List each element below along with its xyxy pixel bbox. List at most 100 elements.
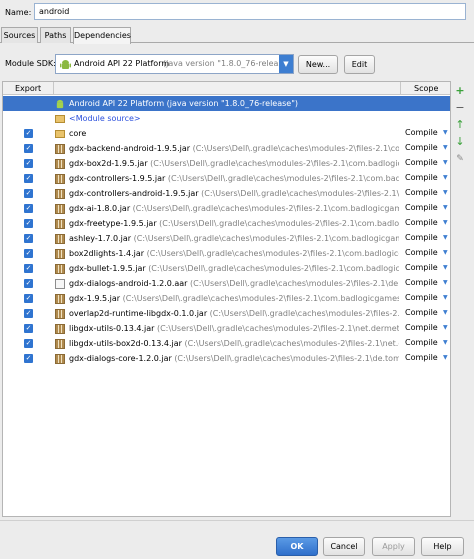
scope-select[interactable]: Compile — [405, 173, 438, 182]
export-checkbox[interactable]: ✓ — [24, 144, 33, 153]
export-checkbox[interactable]: ✓ — [24, 324, 33, 333]
export-checkbox[interactable]: ✓ — [24, 189, 33, 198]
jar-icon — [55, 159, 65, 169]
scope-select[interactable]: Compile — [405, 338, 438, 347]
dialog-footer: OK Cancel Apply Help — [0, 520, 474, 559]
export-checkbox[interactable]: ✓ — [24, 234, 33, 243]
scope-select[interactable]: Compile — [405, 293, 438, 302]
chevron-down-icon[interactable]: ▼ — [443, 309, 448, 316]
table-row[interactable]: ✓ ashley-1.7.0.jar (C:\Users\Dell\.gradle… — [3, 231, 450, 246]
tab-paths[interactable]: Paths — [40, 27, 71, 43]
jar-icon — [55, 249, 65, 259]
export-checkbox[interactable]: ✓ — [24, 309, 33, 318]
export-checkbox[interactable]: ✓ — [24, 204, 33, 213]
scope-select[interactable]: Compile — [405, 308, 438, 317]
export-checkbox[interactable]: ✓ — [24, 249, 33, 258]
chevron-down-icon[interactable]: ▼ — [443, 294, 448, 301]
chevron-down-icon[interactable]: ▼ — [443, 219, 448, 226]
scope-select[interactable]: Compile — [405, 128, 438, 137]
table-row[interactable]: <Module source> — [3, 111, 450, 126]
scope-select[interactable]: Compile — [405, 218, 438, 227]
ok-button[interactable]: OK — [276, 537, 318, 556]
table-row[interactable]: ✓ gdx-ai-1.8.0.jar (C:\Users\Dell\.gradle… — [3, 201, 450, 216]
chevron-down-icon[interactable]: ▼ — [443, 339, 448, 346]
table-row[interactable]: ✓ gdx-backend-android-1.9.5.jar (C:\Users… — [3, 141, 450, 156]
folder-icon — [55, 115, 65, 123]
chevron-down-icon[interactable]: ▼ — [443, 279, 448, 286]
export-checkbox[interactable]: ✓ — [24, 174, 33, 183]
add-icon[interactable]: + — [454, 85, 466, 97]
scope-select[interactable]: Compile — [405, 188, 438, 197]
jar-icon — [55, 189, 65, 199]
export-checkbox[interactable]: ✓ — [24, 219, 33, 228]
move-up-icon[interactable]: ↑ — [454, 119, 466, 131]
table-row[interactable]: ✓ gdx-box2d-1.9.5.jar (C:\Users\Dell\.gra… — [3, 156, 450, 171]
table-row[interactable]: ✓ box2dlights-1.4.jar (C:\Users\Dell\.gra… — [3, 246, 450, 261]
table-row[interactable]: ✓ gdx-bullet-1.9.5.jar (C:\Users\Dell\.gr… — [3, 261, 450, 276]
dependency-name: gdx-bullet-1.9.5.jar — [69, 264, 146, 273]
chevron-down-icon[interactable]: ▼ — [443, 159, 448, 166]
apply-button[interactable]: Apply — [372, 537, 415, 556]
tab-sources[interactable]: Sources — [1, 27, 38, 43]
dependencies-table[interactable]: Export Scope Android API 22 Platform (ja… — [2, 81, 451, 517]
chevron-down-icon[interactable]: ▼ — [443, 129, 448, 136]
dependency-path: (C:\Users\Dell\.gradle\caches\modules-2\… — [174, 354, 399, 363]
module-sdk-select[interactable]: Android API 22 Platform (java version "1… — [55, 54, 294, 74]
move-down-icon[interactable]: ↓ — [454, 136, 466, 148]
column-header-scope[interactable]: Scope — [414, 84, 438, 93]
tab-dependencies[interactable]: Dependencies — [73, 27, 131, 44]
table-row[interactable]: ✓ libgdx-utils-0.13.4.jar (C:\Users\Dell\… — [3, 321, 450, 336]
scope-select[interactable]: Compile — [405, 203, 438, 212]
chevron-down-icon[interactable]: ▼ — [443, 174, 448, 181]
cancel-button[interactable]: Cancel — [323, 537, 365, 556]
edit-icon[interactable]: ✎ — [454, 153, 466, 165]
dependency-name: gdx-dialogs-core-1.2.0.jar — [69, 354, 172, 363]
help-button[interactable]: Help — [421, 537, 464, 556]
export-checkbox[interactable]: ✓ — [24, 159, 33, 168]
chevron-down-icon[interactable]: ▼ — [443, 144, 448, 151]
table-row[interactable]: ✓ gdx-controllers-1.9.5.jar (C:\Users\Del… — [3, 171, 450, 186]
chevron-down-icon[interactable]: ▼ — [443, 234, 448, 241]
dependency-cell: gdx-bullet-1.9.5.jar (C:\Users\Dell\.gra… — [69, 261, 399, 276]
export-checkbox[interactable]: ✓ — [24, 294, 33, 303]
remove-icon[interactable]: − — [454, 102, 466, 114]
scope-select[interactable]: Compile — [405, 353, 438, 362]
chevron-down-icon[interactable]: ▼ — [279, 55, 293, 73]
scope-select[interactable]: Compile — [405, 158, 438, 167]
table-row[interactable]: ✓ libgdx-utils-box2d-0.13.4.jar (C:\Users… — [3, 336, 450, 351]
sdk-version: (java version "1.8.0_76-release") — [163, 59, 294, 68]
column-header-export[interactable]: Export — [15, 84, 41, 93]
table-row[interactable]: ✓ gdx-1.9.5.jar (C:\Users\Dell\.gradle\ca… — [3, 291, 450, 306]
chevron-down-icon[interactable]: ▼ — [443, 324, 448, 331]
chevron-down-icon[interactable]: ▼ — [443, 204, 448, 211]
jar-icon — [55, 324, 65, 334]
scope-select[interactable]: Compile — [405, 143, 438, 152]
export-checkbox[interactable]: ✓ — [24, 264, 33, 273]
scope-select[interactable]: Compile — [405, 278, 438, 287]
chevron-down-icon[interactable]: ▼ — [443, 264, 448, 271]
table-row[interactable]: Android API 22 Platform (java version "1… — [3, 96, 450, 111]
chevron-down-icon[interactable]: ▼ — [443, 354, 448, 361]
scope-select[interactable]: Compile — [405, 263, 438, 272]
table-row[interactable]: ✓ gdx-dialogs-core-1.2.0.jar (C:\Users\De… — [3, 351, 450, 366]
table-row[interactable]: ✓ core Compile ▼ — [3, 126, 450, 141]
export-checkbox[interactable]: ✓ — [24, 339, 33, 348]
dependency-path: (C:\Users\Dell\.gradle\caches\modules-2\… — [201, 189, 399, 198]
dependency-path: (C:\Users\Dell\.gradle\caches\modules-2\… — [209, 309, 399, 318]
table-row[interactable]: ✓ gdx-freetype-1.9.5.jar (C:\Users\Dell\.… — [3, 216, 450, 231]
scope-select[interactable]: Compile — [405, 248, 438, 257]
edit-sdk-button[interactable]: Edit — [344, 55, 375, 74]
export-checkbox[interactable]: ✓ — [24, 279, 33, 288]
table-row[interactable]: ✓ gdx-dialogs-android-1.2.0.aar (C:\Users… — [3, 276, 450, 291]
chevron-down-icon[interactable]: ▼ — [443, 249, 448, 256]
table-row[interactable]: ✓ gdx-controllers-android-1.9.5.jar (C:\U… — [3, 186, 450, 201]
new-sdk-button[interactable]: New... — [298, 55, 338, 74]
export-checkbox[interactable]: ✓ — [24, 129, 33, 138]
scope-select[interactable]: Compile — [405, 323, 438, 332]
table-row[interactable]: ✓ overlap2d-runtime-libgdx-0.1.0.jar (C:\… — [3, 306, 450, 321]
dependency-path: (C:\Users\Dell\.gradle\caches\modules-2\… — [192, 144, 399, 153]
chevron-down-icon[interactable]: ▼ — [443, 189, 448, 196]
export-checkbox[interactable]: ✓ — [24, 354, 33, 363]
scope-select[interactable]: Compile — [405, 233, 438, 242]
module-name-input[interactable] — [34, 3, 466, 20]
